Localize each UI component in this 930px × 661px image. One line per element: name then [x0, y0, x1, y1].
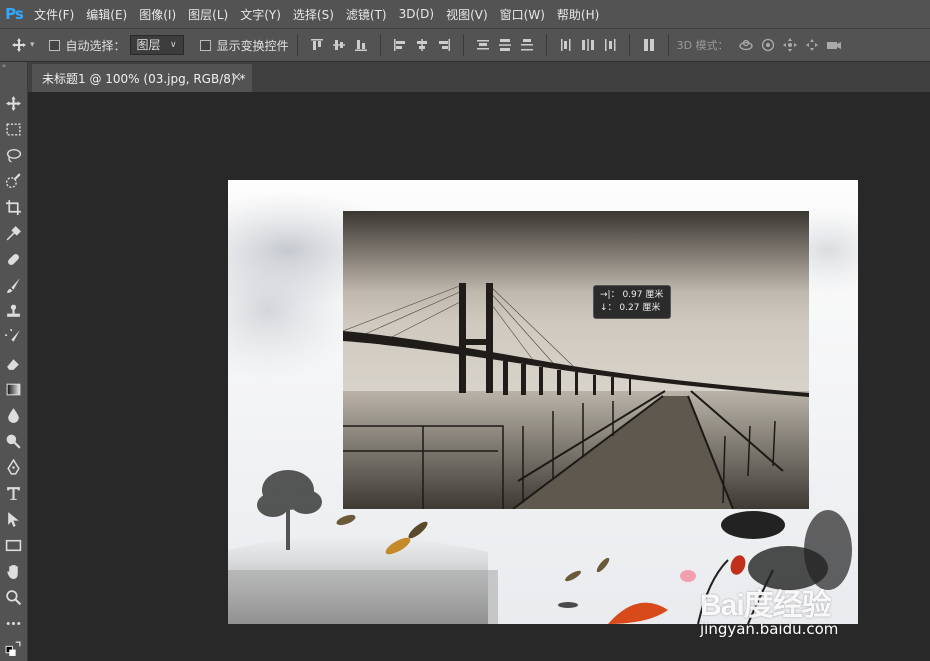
- blur-tool-icon[interactable]: [2, 404, 24, 426]
- distribute-hcenter-icon[interactable]: [579, 36, 597, 54]
- photoshop-logo: Ps: [5, 5, 24, 23]
- distribute-right-icon[interactable]: [601, 36, 619, 54]
- clone-stamp-tool-icon[interactable]: [2, 300, 24, 322]
- distribute-bottom-icon[interactable]: [518, 36, 536, 54]
- watermark-brand: Bai度经验: [700, 589, 832, 622]
- distribute-left-icon[interactable]: [557, 36, 575, 54]
- auto-select-target-value: 图层: [136, 38, 161, 52]
- document-tab[interactable]: 未标题1 @ 100% (03.jpg, RGB/8) * ×: [32, 64, 252, 92]
- menu-window[interactable]: 窗口(W): [494, 6, 551, 23]
- auto-select-target-dropdown[interactable]: 图层 ∨: [129, 35, 184, 55]
- watermark-url: jingyan.baidu.com: [700, 620, 839, 638]
- menu-layer[interactable]: 图层(L): [182, 6, 234, 23]
- mode-3d-label: 3D 模式：: [676, 39, 729, 52]
- zoom-tool-icon[interactable]: [2, 586, 24, 608]
- menu-image[interactable]: 图像(I): [133, 6, 182, 23]
- document-tab-bar: 未标题1 @ 100% (03.jpg, RGB/8) * ×: [28, 62, 930, 92]
- menu-view[interactable]: 视图(V): [440, 6, 494, 23]
- tool-preset-chevron-icon[interactable]: ▾: [30, 40, 35, 50]
- auto-select-label: 自动选择：: [65, 38, 126, 53]
- pan-3d-icon[interactable]: [781, 36, 799, 54]
- menu-edit[interactable]: 编辑(E): [80, 6, 133, 23]
- document-tab-title: 未标题1 @ 100% (03.jpg, RGB/8) *: [42, 71, 246, 86]
- hand-tool-icon[interactable]: [2, 560, 24, 582]
- hud-dy-row: ↓： 0.27 厘米: [600, 302, 664, 315]
- hud-dx-value: 0.97: [622, 290, 643, 300]
- hud-dy-unit: 厘米: [642, 303, 661, 313]
- align-bottom-icon[interactable]: [352, 36, 370, 54]
- hud-dx-unit: 厘米: [645, 290, 664, 300]
- menu-3d[interactable]: 3D(D): [393, 7, 440, 21]
- tools-panel: »: [0, 62, 28, 661]
- options-bar: ▾ 自动选择： 图层 ∨ 显示变换控件 3D 模式：: [0, 28, 930, 62]
- bridge-photo-layer[interactable]: [343, 211, 809, 509]
- chevron-down-icon: ∨: [169, 40, 177, 50]
- eyedropper-tool-icon[interactable]: [2, 222, 24, 244]
- rectangle-tool-icon[interactable]: [2, 534, 24, 556]
- auto-align-icon[interactable]: [640, 36, 658, 54]
- type-tool-icon[interactable]: [2, 482, 24, 504]
- dodge-tool-icon[interactable]: [2, 430, 24, 452]
- eraser-tool-icon[interactable]: [2, 352, 24, 374]
- menu-filter[interactable]: 滤镜(T): [340, 6, 393, 23]
- hud-dy-value: 0.27: [619, 303, 640, 313]
- auto-select-checkbox[interactable]: [48, 39, 60, 51]
- quick-select-tool-icon[interactable]: [2, 170, 24, 192]
- close-icon[interactable]: ×: [231, 70, 242, 85]
- brush-tool-icon[interactable]: [2, 274, 24, 296]
- slide-3d-icon[interactable]: [803, 36, 821, 54]
- healing-brush-tool-icon[interactable]: [2, 248, 24, 270]
- align-hcenter-icon[interactable]: [413, 36, 431, 54]
- baidu-jingyan-watermark: Bai度经验 jingyan.baidu.com: [700, 580, 838, 638]
- history-brush-tool-icon[interactable]: [2, 326, 24, 348]
- move-icon[interactable]: [10, 36, 28, 54]
- move-tool-icon[interactable]: [2, 92, 24, 114]
- distribute-vcenter-icon[interactable]: [496, 36, 514, 54]
- hud-dx-row: →|： 0.97 厘米: [600, 289, 664, 302]
- menu-help[interactable]: 帮助(H): [551, 6, 605, 23]
- crop-tool-icon[interactable]: [2, 196, 24, 218]
- align-top-icon[interactable]: [308, 36, 326, 54]
- align-left-icon[interactable]: [391, 36, 409, 54]
- roll-3d-icon[interactable]: [759, 36, 777, 54]
- more-tools-icon[interactable]: [2, 612, 24, 634]
- gradient-tool-icon[interactable]: [2, 378, 24, 400]
- pen-tool-icon[interactable]: [2, 456, 24, 478]
- measurement-hud: →|： 0.97 厘米 ↓： 0.27 厘米: [593, 285, 671, 319]
- align-vcenter-icon[interactable]: [330, 36, 348, 54]
- collapse-panel-icon[interactable]: »: [0, 62, 29, 70]
- menu-select[interactable]: 选择(S): [287, 6, 340, 23]
- distribute-top-icon[interactable]: [474, 36, 492, 54]
- hud-dx-icon: →|：: [600, 290, 620, 300]
- align-right-icon[interactable]: [435, 36, 453, 54]
- menu-file[interactable]: 文件(F): [28, 6, 80, 23]
- menu-type[interactable]: 文字(Y): [234, 6, 287, 23]
- show-transform-label: 显示变换控件: [216, 38, 289, 53]
- menu-bar: Ps 文件(F) 编辑(E) 图像(I) 图层(L) 文字(Y) 选择(S) 滤…: [0, 0, 930, 28]
- path-select-tool-icon[interactable]: [2, 508, 24, 530]
- marquee-tool-icon[interactable]: [2, 118, 24, 140]
- document-canvas[interactable]: [228, 180, 858, 624]
- lasso-tool-icon[interactable]: [2, 144, 24, 166]
- show-transform-checkbox[interactable]: [199, 39, 211, 51]
- camera-3d-icon[interactable]: [825, 36, 843, 54]
- orbit-3d-icon[interactable]: [737, 36, 755, 54]
- hud-dy-icon: ↓：: [600, 303, 617, 313]
- color-swap-icon[interactable]: [2, 638, 24, 658]
